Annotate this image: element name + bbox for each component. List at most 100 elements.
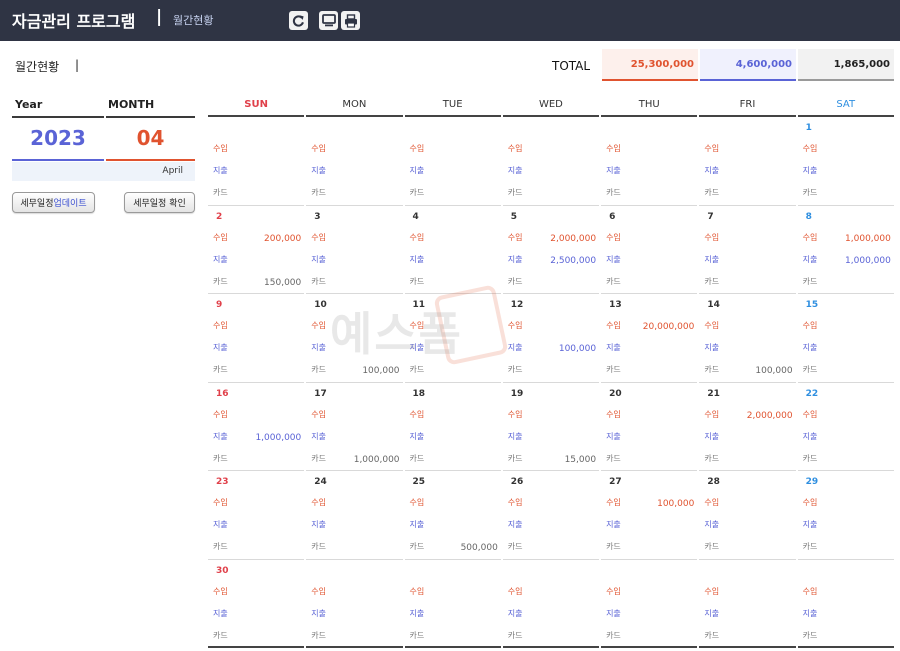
monitor-button[interactable] [319,11,338,30]
calendar-day-cell[interactable]: 9 수입 지출 카드 [208,294,305,383]
day-number: 13 [609,300,622,310]
expense-label: 지출 [311,254,326,264]
card-label: 카드 [409,630,425,640]
calendar-day-cell[interactable]: 25 수입 지출 카드 500,000 [404,471,501,560]
calendar-day-cell[interactable]: 22 수입 지출 카드 [797,383,894,471]
month-input[interactable]: 04 [106,126,195,150]
calendar-day-cell[interactable]: 27 수입 100,000 지출 카드 [601,471,698,560]
income-label: 수입 [507,321,523,330]
expense-label: 지출 [606,431,621,441]
day-number: 6 [609,211,616,222]
calendar-day-cell[interactable]: 20 수입 지출 카드 [601,383,698,471]
calendar-day-cell[interactable]: 수입 지출 카드 [404,560,501,648]
calendar-day-cell[interactable]: 8 수입 1,000,000 지출 1,000,000 카드 [797,206,894,294]
weekday-header-sat: SAT [797,97,894,117]
calendar-day-cell[interactable]: 수입 지출 카드 [699,117,796,206]
day-number: 2 [216,211,223,222]
calendar-day-cell[interactable]: 수입 지출 카드 [306,117,403,206]
month-header-rule [106,116,195,118]
year-input[interactable]: 2023 [12,126,104,150]
income-label: 수입 [409,144,425,153]
calendar-day-cell[interactable]: 21 수입 2,000,000 지출 카드 [699,383,796,471]
title-separator: | [156,7,163,27]
calendar-day-cell[interactable]: 수입 지출 카드 [601,117,698,206]
tax-schedule-update-button[interactable]: 세무일정 업데이트 [12,192,95,213]
income-label: 수입 [409,498,425,507]
income-amount: 2,000,000 [550,233,597,244]
calendar-day-cell[interactable]: 19 수입 지출 카드 15,000 [502,383,600,471]
income-label: 수입 [409,586,425,596]
weekday-header-fri: FRI [699,97,796,117]
calendar-day-cell[interactable]: 2 수입 200,000 지출 카드 150,000 [208,206,305,294]
calendar-day-cell[interactable]: 18 수입 지출 카드 [404,383,501,471]
income-label: 수입 [704,498,720,507]
print-button[interactable] [341,11,360,30]
calendar-day-cell[interactable]: 15 수입 지출 카드 [797,294,894,383]
calendar-day-cell[interactable]: 12 수입 지출 100,000 카드 [502,294,600,383]
income-label: 수입 [311,321,326,330]
calendar-day-cell[interactable]: 28 수입 지출 카드 [699,471,796,560]
day-number: 27 [609,477,622,487]
tax-schedule-check-button[interactable]: 세무일정 확인 [124,192,195,213]
expense-label: 지출 [507,254,523,264]
calendar-day-cell[interactable]: 수입 지출 카드 [601,560,698,648]
calendar-day-cell[interactable]: 수입 지출 카드 [797,560,894,648]
calendar-day-cell[interactable]: 16 수입 지출 1,000,000 카드 [208,383,305,471]
calendar-day-cell[interactable]: 30 수입 지출 카드 [208,560,305,648]
calendar-day-cell[interactable]: 26 수입 지출 카드 [502,471,600,560]
income-label: 수입 [409,321,425,330]
calendar-day-cell[interactable]: 11 수입 지출 카드 [404,294,501,383]
income-label: 수입 [606,144,621,153]
income-label: 수입 [704,232,720,242]
calendar-day-cell[interactable]: 7 수입 지출 카드 [699,206,796,294]
month-underline [106,159,195,161]
expense-label: 지출 [704,608,720,618]
calendar-day-cell[interactable]: 24 수입 지출 카드 [306,471,403,560]
update-button-label: 세무일정 [20,199,54,209]
calendar-day-cell[interactable]: 4 수입 지출 카드 [404,206,501,294]
calendar-day-cell[interactable]: 수입지출카드 [404,117,501,206]
card-amount: 500,000 [460,543,498,553]
expense-label: 지출 [409,343,425,352]
income-label: 수입 [213,232,228,242]
expense-label: 지출 [704,166,720,175]
calendar-day-cell[interactable]: 17 수입 지출 카드 1,000,000 [306,383,403,471]
month-header: MONTH [108,98,155,111]
calendar-week-row: 16 수입 지출 1,000,000 카드 17 수입 지출 카드 1,000,000 18 수입 지출… [208,383,896,471]
year-header: Year [15,98,43,111]
income-amount: 20,000,000 [642,322,695,332]
expense-label: 지출 [409,254,425,264]
calendar-day-cell[interactable]: 수입 지출 카드 [699,560,796,648]
card-amount: 15,000 [564,454,597,465]
calendar-day-cell[interactable]: 23 수입 지출 카드 [208,471,305,560]
calendar-day-cell[interactable]: 수입 지출 카드 [502,117,600,206]
calendar-day-cell[interactable]: 수입 지출 카드 [502,560,600,648]
expense-label: 지출 [213,520,228,529]
expense-label: 지출 [213,166,228,175]
card-label: 카드 [213,630,228,640]
card-label: 카드 [311,630,326,640]
calendar-day-cell[interactable]: 6 수입 지출 카드 [601,206,698,294]
expense-label: 지출 [606,608,621,618]
refresh-button[interactable] [289,11,308,30]
expense-label: 지출 [606,166,621,175]
expense-label: 지출 [409,166,425,175]
calendar-day-cell[interactable]: 29 수입 지출 카드 [797,471,894,560]
card-label: 카드 [507,630,523,640]
calendar-day-cell[interactable]: 수입 지출 카드 [306,560,403,648]
calendar-day-cell[interactable]: 13 수입 20,000,000 지출 카드 [601,294,698,383]
expense-label: 지출 [507,608,523,618]
income-label: 수입 [213,498,228,507]
card-label: 카드 [409,188,425,197]
income-label: 수입 [213,586,228,596]
calendar-day-cell[interactable]: 수입 지출 카드 [208,117,305,206]
calendar-day-cell[interactable]: 5 수입 2,000,000 지출 2,500,000 카드 [502,206,600,294]
calendar-day-cell[interactable]: 3 수입 지출 카드 [306,206,403,294]
calendar-day-cell[interactable]: 10 수입 지출 카드 100,000 [306,294,403,383]
calendar-day-cell[interactable]: 1 수입 지출 카드 [797,117,894,206]
income-label: 수입 [704,321,720,330]
calendar-day-cell[interactable]: 14 수입 지출 카드 100,000 [699,294,796,383]
day-number: 22 [805,388,819,399]
income-label: 수입 [507,498,523,507]
total-label: TOTAL [552,59,591,73]
